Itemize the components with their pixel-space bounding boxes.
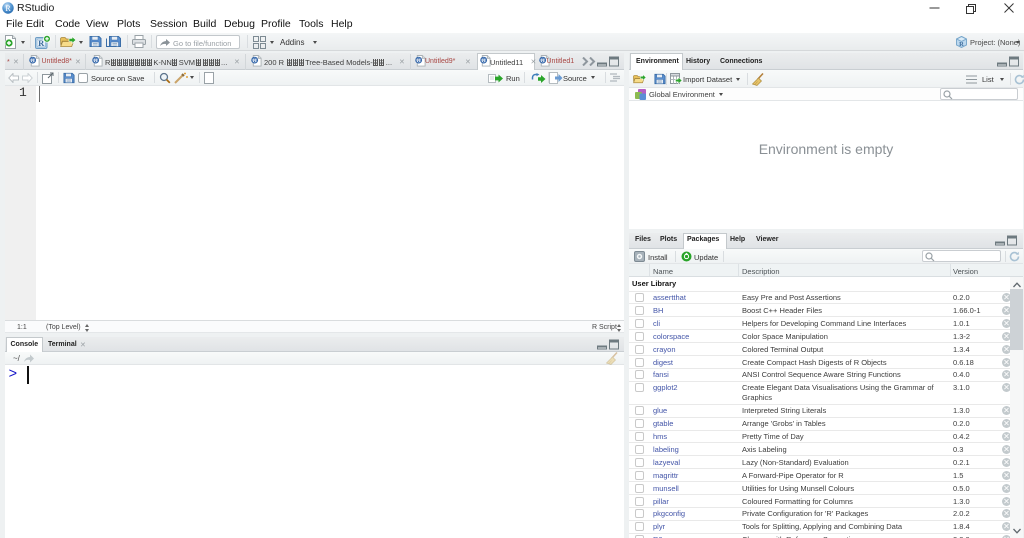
svg-text:R: R: [959, 41, 964, 48]
svg-text:R: R: [5, 4, 11, 13]
